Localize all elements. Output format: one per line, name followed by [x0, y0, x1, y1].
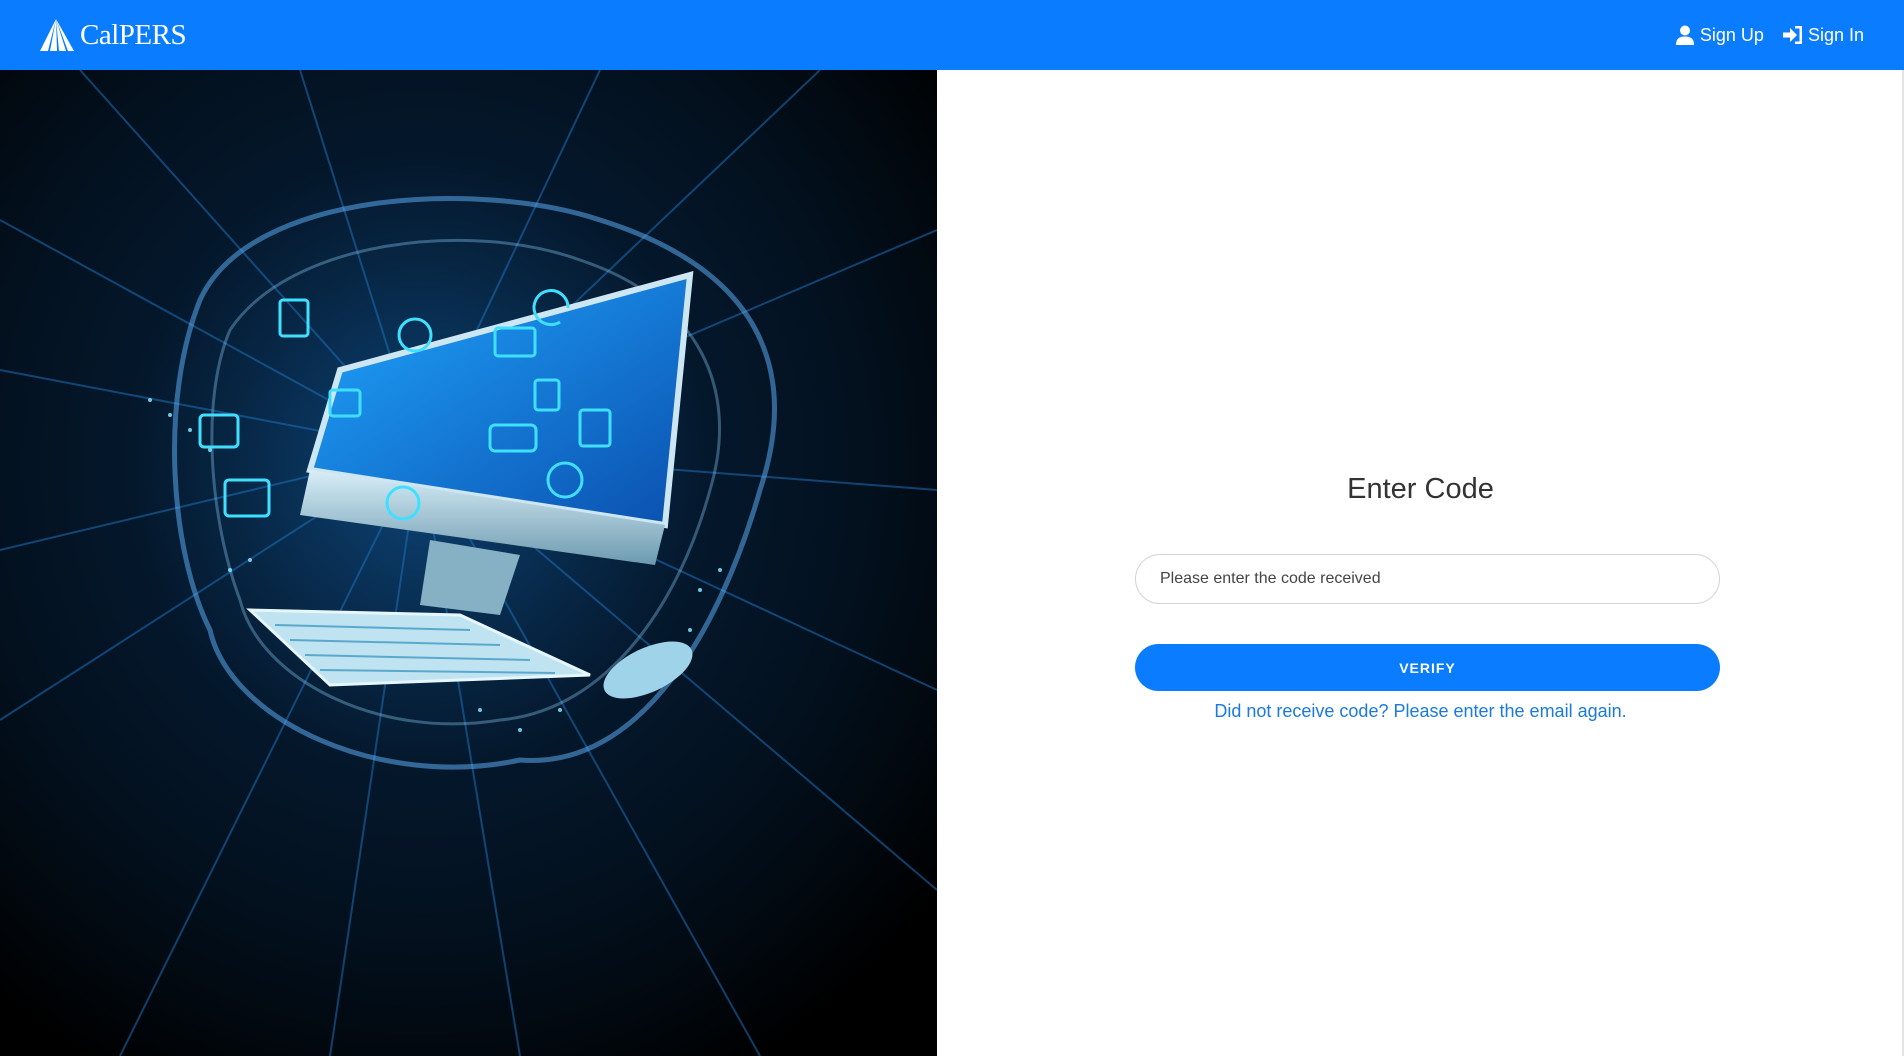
brand-logo-link[interactable]: CalPERS [36, 17, 187, 53]
sign-in-link[interactable]: Sign In [1782, 24, 1864, 46]
calpers-logo-icon [40, 19, 74, 51]
code-input[interactable] [1135, 554, 1720, 604]
sign-in-icon [1782, 26, 1802, 44]
brand-name: CalPERS [80, 18, 187, 51]
sign-in-label: Sign In [1807, 24, 1864, 45]
sign-up-link[interactable]: Sign Up [1674, 24, 1764, 46]
top-navbar: CalPERS Sign Up Sign In [0, 0, 1904, 70]
verify-button[interactable]: VERIFY [1135, 644, 1720, 691]
computer-splash-illustration [0, 70, 937, 1056]
hero-image [0, 70, 937, 1056]
nav-links: Sign Up Sign In [1674, 24, 1864, 46]
page-title: Enter Code [1347, 473, 1494, 505]
user-icon [1675, 25, 1694, 45]
resend-code-link[interactable]: Did not receive code? Please enter the e… [937, 701, 1904, 722]
verify-code-panel: Enter Code VERIFY Did not receive code? … [937, 70, 1904, 1056]
sign-up-label: Sign Up [1699, 24, 1764, 45]
